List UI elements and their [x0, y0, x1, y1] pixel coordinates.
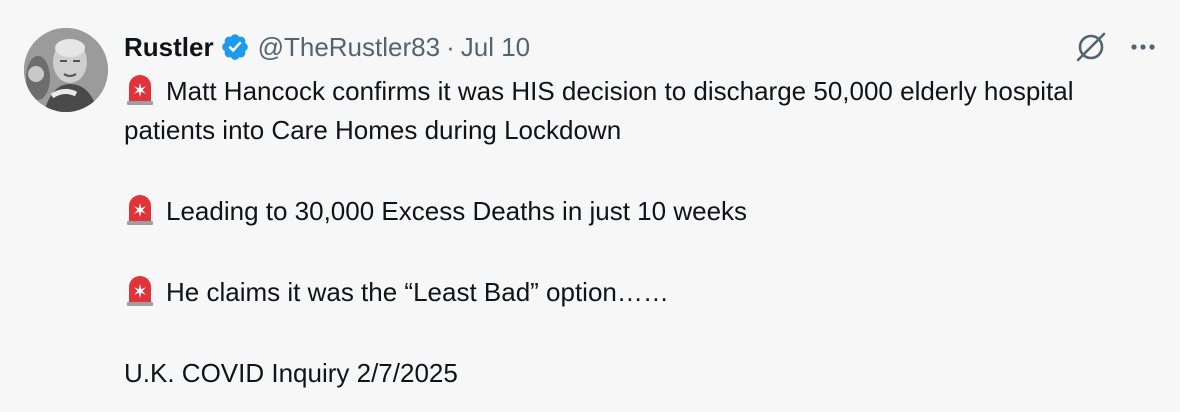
more-icon[interactable] — [1128, 32, 1158, 62]
verified-badge-icon — [221, 34, 248, 60]
author-name[interactable]: Rustler — [124, 32, 214, 63]
tweet-card[interactable]: Rustler @TheRustler83 · Jul 10 Matt Hanc… — [0, 0, 1180, 412]
tweet-line-4: U.K. COVID Inquiry 2/7/2025 — [124, 358, 458, 388]
avatar[interactable] — [24, 28, 108, 112]
slashed-circle-icon[interactable] — [1074, 30, 1108, 64]
tweet-line-3: He claims it was the “Least Bad” option…… — [166, 277, 669, 307]
tweet-paragraph-4: U.K. COVID Inquiry 2/7/2025 — [124, 354, 1164, 393]
tweet-paragraph-3: He claims it was the “Least Bad” option…… — [124, 273, 1164, 312]
tweet-actions — [1074, 30, 1158, 64]
meta-separator: · — [446, 31, 455, 62]
tweet-paragraph-1: Matt Hancock confirms it was HIS decisio… — [124, 72, 1164, 150]
avatar-photo — [24, 28, 108, 112]
author-handle[interactable]: @TheRustler83 — [258, 32, 440, 63]
tweet-line-1: Matt Hancock confirms it was HIS decisio… — [124, 76, 1074, 145]
tweet-text: Matt Hancock confirms it was HIS decisio… — [124, 72, 1164, 393]
tweet-header: Rustler @TheRustler83 · Jul 10 — [124, 29, 530, 65]
police-siren-icon — [127, 276, 153, 306]
police-siren-icon — [127, 195, 153, 225]
police-siren-icon — [127, 75, 153, 105]
tweet-paragraph-2: Leading to 30,000 Excess Deaths in just … — [124, 192, 1164, 231]
tweet-line-2: Leading to 30,000 Excess Deaths in just … — [166, 196, 748, 226]
tweet-date[interactable]: Jul 10 — [461, 32, 530, 63]
